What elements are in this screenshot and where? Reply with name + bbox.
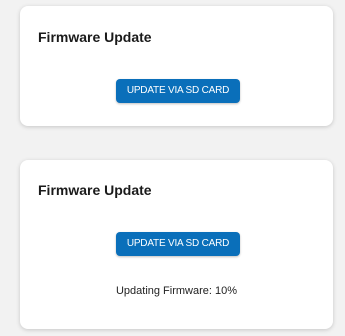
card-title: Firmware Update (38, 29, 152, 45)
update-via-sd-card-button[interactable]: UPDATE VIA SD CARD (116, 232, 240, 256)
card-title: Firmware Update (38, 182, 152, 198)
firmware-update-card-updating: Firmware Update UPDATE VIA SD CARD Updat… (20, 160, 333, 329)
update-via-sd-card-button[interactable]: UPDATE VIA SD CARD (116, 79, 240, 103)
update-status-text: Updating Firmware: 10% (115, 285, 238, 297)
firmware-update-card-idle: Firmware Update UPDATE VIA SD CARD (20, 6, 333, 126)
